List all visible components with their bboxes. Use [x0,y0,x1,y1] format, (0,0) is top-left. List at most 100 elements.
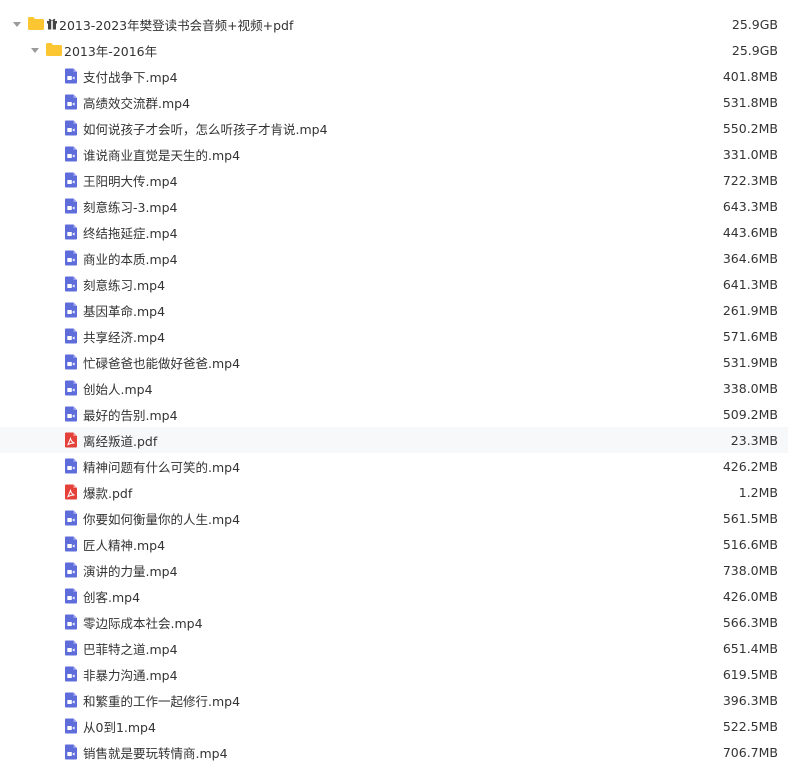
file-row[interactable]: 刻意练习-3.mp4 643.3MB [0,193,788,219]
file-row[interactable]: 最好的告别.mp4 509.2MB [0,401,788,427]
file-size: 722.3MB [722,172,778,188]
file-row[interactable]: 基因革命.mp4 261.9MB [0,297,788,323]
file-size: 516.6MB [722,536,778,552]
file-row[interactable]: 离经叛道.pdf 23.3MB [0,427,788,453]
file-size: 261.9MB [722,302,778,318]
file-row[interactable]: 王阳明大传.mp4 722.3MB [0,167,788,193]
file-name: 谁说商业直觉是天生的.mp4 [83,147,241,163]
file-row[interactable]: 演讲的力量.mp4 738.0MB [0,557,788,583]
file-name: 销售就是要玩转情商.mp4 [83,745,228,761]
file-name: 精神问题有什么可笑的.mp4 [83,459,241,475]
file-name: 创始人.mp4 [83,381,153,397]
video-file-icon [64,640,78,656]
pdf-file-icon [64,432,78,448]
file-name: 商业的本质.mp4 [83,251,178,267]
file-size: 643.3MB [722,198,778,214]
video-file-icon [64,380,78,396]
file-row[interactable]: 谁说商业直觉是天生的.mp4 331.0MB [0,141,788,167]
file-row[interactable]: 商业的本质.mp4 364.6MB [0,245,788,271]
file-row[interactable]: 忙碌爸爸也能做好爸爸.mp4 531.9MB [0,349,788,375]
file-size: 566.3MB [722,614,778,630]
file-size: 338.0MB [722,380,778,396]
file-name: 共享经济.mp4 [83,329,166,345]
file-row[interactable]: 创客.mp4 426.0MB [0,583,788,609]
file-size: 396.3MB [722,692,778,708]
file-row[interactable]: 销售就是要玩转情商.mp4 706.7MB [0,739,788,765]
file-name: 支付战争下.mp4 [83,69,178,85]
file-size: 531.9MB [722,354,778,370]
file-name: 你要如何衡量你的人生.mp4 [83,511,241,527]
video-file-icon [64,94,78,110]
video-file-icon [64,536,78,552]
file-name: 匠人精神.mp4 [83,537,166,553]
video-file-icon [64,120,78,136]
file-size: 738.0MB [722,562,778,578]
file-size: 443.6MB [722,224,778,240]
file-name: 如何说孩子才会听，怎么听孩子才肯说.mp4 [83,121,328,137]
file-row[interactable]: 终结拖延症.mp4 443.6MB [0,219,788,245]
file-name: 非暴力沟通.mp4 [83,667,178,683]
file-row[interactable]: 共享经济.mp4 571.6MB [0,323,788,349]
file-row[interactable]: 精神问题有什么可笑的.mp4 426.2MB [0,453,788,479]
file-name: 创客.mp4 [83,589,141,605]
file-name: 巴菲特之道.mp4 [83,641,178,657]
file-row[interactable]: 你要如何衡量你的人生.mp4 561.5MB [0,505,788,531]
video-file-icon [64,692,78,708]
subfolder-name: 2013年-2016年 [64,43,158,59]
file-size: 550.2MB [722,120,778,136]
video-file-icon [64,276,78,292]
file-name: 终结拖延症.mp4 [83,225,178,241]
file-size: 561.5MB [722,510,778,526]
gift-icon [47,18,57,30]
file-tree: 2013-2023年樊登读书会音频+视频+pdf 25.9GB 2013年-20… [0,0,796,770]
subfolder-row[interactable]: 2013年-2016年 25.9GB [0,37,788,63]
expand-arrow-icon[interactable] [13,22,21,27]
file-name: 和繁重的工作一起修行.mp4 [83,693,241,709]
file-row[interactable]: 支付战争下.mp4 401.8MB [0,63,788,89]
file-size: 571.6MB [722,328,778,344]
file-size: 23.3MB [730,432,778,448]
file-name: 刻意练习-3.mp4 [83,199,178,215]
file-size: 1.2MB [738,484,778,500]
file-name: 高绩效交流群.mp4 [83,95,191,111]
video-file-icon [64,744,78,760]
file-name: 演讲的力量.mp4 [83,563,178,579]
video-file-icon [64,458,78,474]
file-row[interactable]: 零边际成本社会.mp4 566.3MB [0,609,788,635]
root-folder-row[interactable]: 2013-2023年樊登读书会音频+视频+pdf 25.9GB [0,11,788,37]
video-file-icon [64,562,78,578]
file-row[interactable]: 非暴力沟通.mp4 619.5MB [0,661,788,687]
video-file-icon [64,172,78,188]
file-row[interactable]: 创始人.mp4 338.0MB [0,375,788,401]
folder-icon [46,43,62,56]
file-row[interactable]: 从0到1.mp4 522.5MB [0,713,788,739]
video-file-icon [64,68,78,84]
file-size: 706.7MB [722,744,778,760]
file-size: 509.2MB [722,406,778,422]
file-name: 基因革命.mp4 [83,303,166,319]
file-row[interactable]: 高绩效交流群.mp4 531.8MB [0,89,788,115]
file-row[interactable]: 匠人精神.mp4 516.6MB [0,531,788,557]
file-row[interactable]: 爆款.pdf 1.2MB [0,479,788,505]
file-size: 619.5MB [722,666,778,682]
file-name: 忙碌爸爸也能做好爸爸.mp4 [83,355,241,371]
file-row[interactable]: 如何说孩子才会听，怎么听孩子才肯说.mp4 550.2MB [0,115,788,141]
file-name: 离经叛道.pdf [83,433,158,449]
file-name: 零边际成本社会.mp4 [83,615,203,631]
file-size: 522.5MB [722,718,778,734]
file-row[interactable]: 刻意练习.mp4 641.3MB [0,271,788,297]
expand-arrow-icon[interactable] [31,48,39,53]
file-name: 最好的告别.mp4 [83,407,178,423]
video-file-icon [64,614,78,630]
file-size: 364.6MB [722,250,778,266]
file-size: 426.0MB [722,588,778,604]
video-file-icon [64,406,78,422]
video-file-icon [64,302,78,318]
file-row[interactable]: 和繁重的工作一起修行.mp4 396.3MB [0,687,788,713]
file-name: 刻意练习.mp4 [83,277,166,293]
file-row[interactable]: 巴菲特之道.mp4 651.4MB [0,635,788,661]
file-name: 从0到1.mp4 [83,719,156,735]
video-file-icon [64,354,78,370]
video-file-icon [64,588,78,604]
video-file-icon [64,198,78,214]
